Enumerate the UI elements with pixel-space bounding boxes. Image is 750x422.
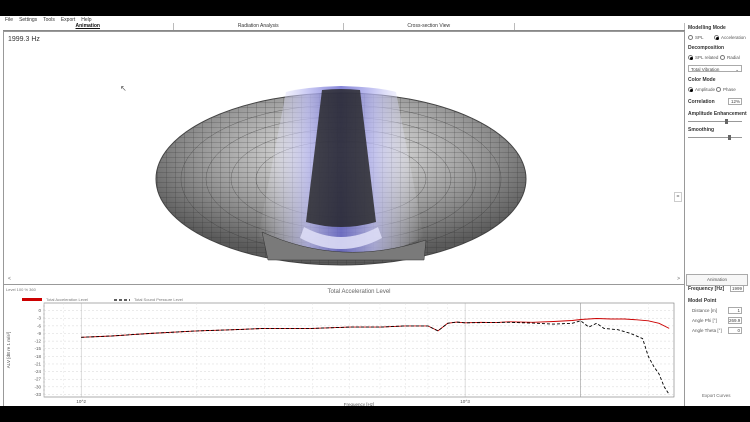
radio-icon	[716, 87, 721, 92]
plot-area	[43, 302, 675, 398]
control-panel: Modelling Mode SPL Acceleration Decompos…	[686, 23, 750, 406]
radio-icon	[720, 55, 725, 60]
legend-swatch-acceleration	[22, 298, 42, 301]
membrane-mesh[interactable]	[4, 32, 684, 284]
option-amplitude[interactable]: Amplitude	[688, 87, 715, 92]
legend-label-acceleration: Total Acceleration Level	[46, 297, 88, 302]
y-tick-label: -27	[34, 377, 41, 382]
menu-tools[interactable]: Tools	[42, 17, 56, 23]
y-tick-label: -18	[34, 354, 41, 359]
option-spl-related[interactable]: SPL related	[688, 55, 718, 60]
option-phase[interactable]: Phase	[716, 87, 736, 92]
tab-radiation-analysis[interactable]: Radiation Analysis	[174, 23, 344, 30]
3d-viewport[interactable]: 1999.3 Hz ↖ = < >	[3, 31, 685, 285]
x-tick-label: 10^3	[460, 399, 470, 404]
frequency-row: Frequency [Hz] 1999	[688, 285, 744, 292]
smoothing-slider[interactable]	[688, 135, 742, 140]
correlation-field[interactable]: 12%	[728, 98, 742, 105]
export-curves-label[interactable]: Export Curves	[702, 393, 731, 398]
angle-theta-field[interactable]: 0	[728, 327, 742, 334]
distance-row: Distance [m] 1	[692, 307, 742, 314]
option-acceleration[interactable]: Acceleration	[714, 35, 746, 40]
scroll-left-icon[interactable]: <	[8, 276, 11, 282]
y-axis-label: ALV [dB re 1 m/s²]	[6, 332, 11, 368]
scroll-right-icon[interactable]: >	[677, 276, 680, 282]
vertical-scroll-handle[interactable]: =	[674, 192, 682, 202]
y-tick-label: -6	[37, 323, 41, 328]
frequency-field[interactable]: 1999	[730, 285, 744, 292]
menu-export[interactable]: Export	[60, 17, 76, 23]
slider-thumb[interactable]	[724, 119, 728, 124]
tab-cross-section-view[interactable]: Cross-section View	[344, 23, 515, 30]
letterbox-top	[0, 0, 750, 16]
y-tick-label: -15	[34, 346, 41, 351]
dish-surface	[155, 86, 527, 266]
tab-animation[interactable]: Animation	[3, 23, 174, 30]
y-tick-label: 0	[38, 308, 41, 313]
application-window: File Settings Tools Export Help Animatio…	[0, 16, 750, 408]
menu-help[interactable]: Help	[80, 17, 92, 23]
chart-title: Total Acceleration Level	[327, 289, 390, 295]
tab-empty[interactable]	[515, 23, 685, 30]
menu-file[interactable]: File	[4, 17, 14, 23]
modelling-mode-title: Modelling Mode	[688, 25, 726, 31]
model-point-title: Model Point	[688, 298, 717, 304]
angle-phi-field[interactable]: 269.9	[728, 317, 742, 324]
menu-bar: File Settings Tools Export Help	[0, 16, 750, 23]
radio-selected-icon	[688, 87, 693, 92]
option-spl[interactable]: SPL	[688, 35, 704, 40]
distance-field[interactable]: 1	[728, 307, 742, 314]
menu-settings[interactable]: Settings	[18, 17, 38, 23]
x-tick-label: 10^2	[76, 399, 86, 404]
chevron-down-icon: ⌄	[735, 67, 739, 72]
vibration-dropdown[interactable]: Total Vibration ⌄	[688, 65, 742, 72]
chart-corner-label: Level 100 % 360	[6, 287, 37, 292]
correlation-row: Correlation 12%	[688, 98, 742, 105]
y-tick-label: -30	[34, 384, 41, 389]
option-radial[interactable]: Radial	[720, 55, 740, 60]
slider-thumb[interactable]	[727, 135, 731, 140]
decomposition-title: Decomposition	[688, 45, 725, 51]
y-tick-label: -21	[34, 361, 41, 366]
amplitude-enhancement-slider[interactable]	[688, 119, 742, 124]
legend-label-spl: Total Sound Pressure Level	[134, 297, 183, 302]
smoothing-title: Smoothing	[688, 127, 715, 133]
y-tick-label: -12	[34, 339, 41, 344]
y-tick-label: -9	[37, 331, 41, 336]
angle-theta-row: Angle Theta [°] 0	[692, 327, 742, 334]
acceleration-chart-panel: 0 -3 -6 -9 -12 -15 -18 -21 -24 -27 -30 -33 10^2 10^3 T…	[3, 284, 685, 408]
y-tick-label: -33	[34, 392, 41, 397]
view-tabs: Animation Radiation Analysis Cross-secti…	[3, 23, 685, 31]
letterbox-bottom	[0, 406, 750, 422]
radio-selected-icon	[688, 55, 693, 60]
acceleration-chart[interactable]: 0 -3 -6 -9 -12 -15 -18 -21 -24 -27 -30 -33 10^2 10^3 T…	[4, 285, 684, 407]
radio-icon	[688, 35, 693, 40]
y-tick-label: -24	[34, 369, 41, 374]
y-tick-label: -3	[37, 316, 41, 321]
angle-phi-row: Angle Phi [°] 269.9	[692, 317, 742, 324]
color-mode-title: Color Mode	[688, 77, 716, 83]
amplitude-enhancement-title: Amplitude Enhancement	[688, 111, 747, 117]
radio-selected-icon	[714, 35, 719, 40]
